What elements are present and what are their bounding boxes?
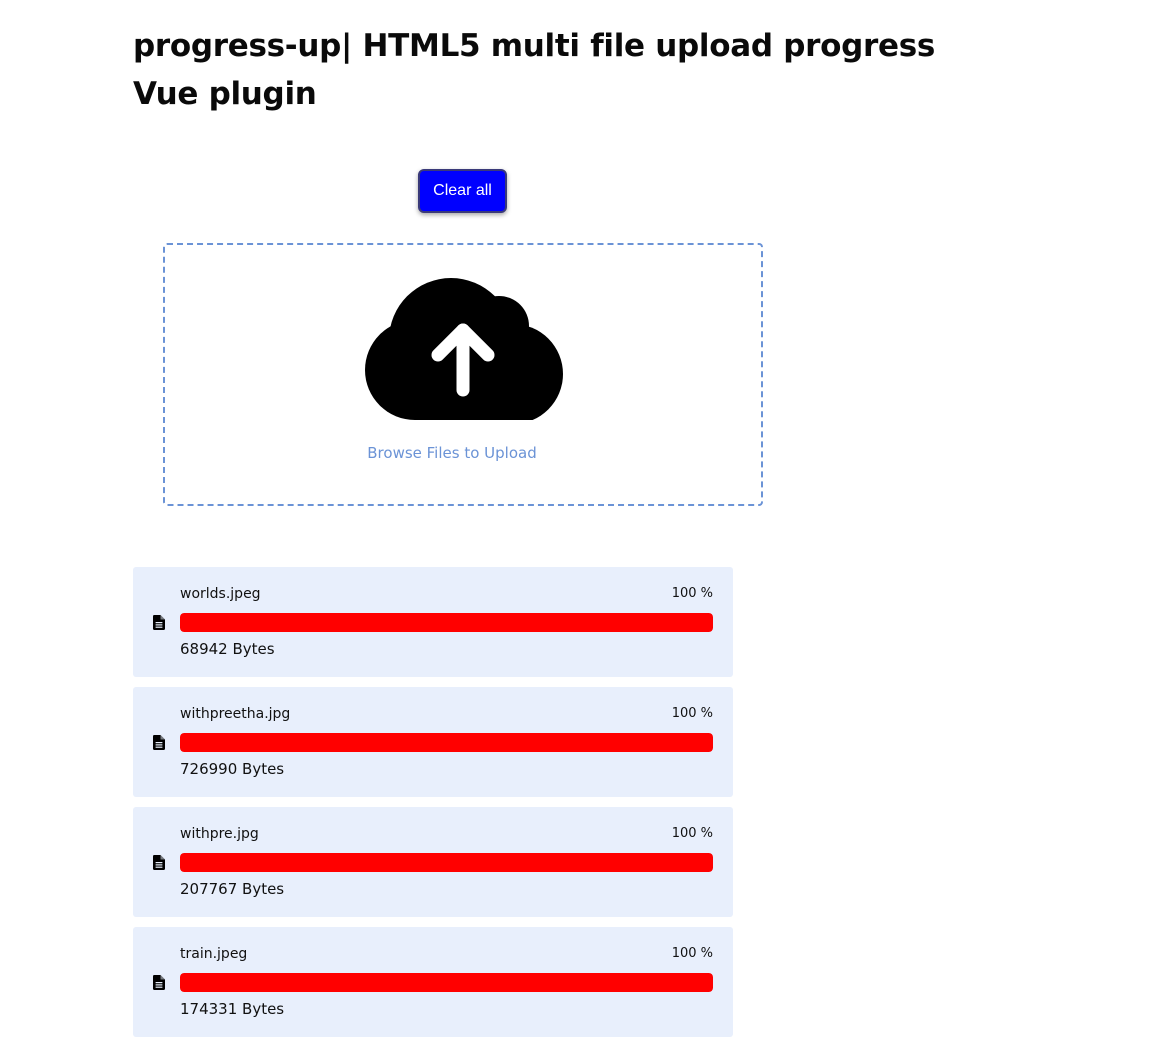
progress-bar <box>180 613 713 632</box>
progress-bar-fill <box>180 853 713 872</box>
browse-files-label[interactable]: Browse Files to Upload <box>165 444 739 462</box>
file-size: 174331 Bytes <box>180 1000 285 1018</box>
file-icon <box>153 855 165 870</box>
file-name: train.jpeg <box>180 946 248 962</box>
page-title: progress-up| HTML5 multi file upload pro… <box>133 28 936 112</box>
file-size: 726990 Bytes <box>180 760 285 778</box>
file-icon <box>153 615 165 630</box>
progress-bar <box>180 853 713 872</box>
file-progress-percent: 100 % <box>671 946 713 961</box>
file-item: worlds.jpeg 100 % 68942 Bytes <box>133 567 733 677</box>
file-progress-percent: 100 % <box>671 706 713 721</box>
progress-bar <box>180 733 713 752</box>
file-item: withpreetha.jpg 100 % 726990 Bytes <box>133 687 733 797</box>
file-progress-percent: 100 % <box>671 826 713 841</box>
file-name: withpreetha.jpg <box>180 706 291 722</box>
file-item: train.jpeg 100 % 174331 Bytes <box>133 927 733 1037</box>
clear-all-button[interactable]: Clear all <box>418 169 507 213</box>
progress-bar-fill <box>180 973 713 992</box>
progress-bar-fill <box>180 613 713 632</box>
progress-bar-fill <box>180 733 713 752</box>
file-size: 68942 Bytes <box>180 640 275 658</box>
page: progress-up| HTML5 multi file upload pro… <box>0 0 1165 1047</box>
file-progress-percent: 100 % <box>671 586 713 601</box>
file-icon <box>153 975 165 990</box>
file-size: 207767 Bytes <box>180 880 285 898</box>
progress-bar <box>180 973 713 992</box>
cloud-upload-icon <box>365 278 563 420</box>
file-name: worlds.jpeg <box>180 586 261 602</box>
file-item: withpre.jpg 100 % 207767 Bytes <box>133 807 733 917</box>
file-list: worlds.jpeg 100 % 68942 Bytes withpreeth… <box>133 567 733 1047</box>
file-name: withpre.jpg <box>180 826 259 842</box>
file-icon <box>153 735 165 750</box>
upload-dropzone[interactable]: Browse Files to Upload <box>163 243 763 506</box>
